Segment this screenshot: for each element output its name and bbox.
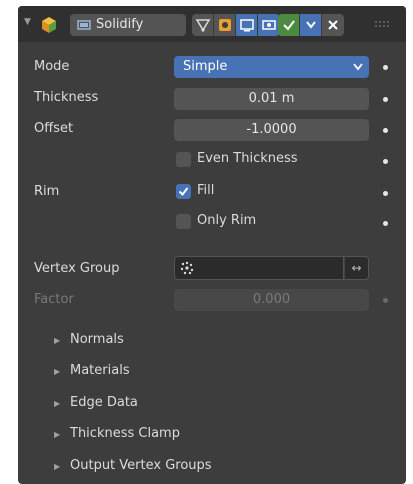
drag-grip-icon[interactable] bbox=[373, 18, 393, 30]
vertex-group-label: Vertex Group bbox=[34, 261, 120, 276]
collapse-arrow-icon[interactable]: ▼ bbox=[24, 17, 31, 27]
wrench-icon bbox=[77, 20, 91, 30]
keyframe-dot-thickness[interactable] bbox=[383, 97, 388, 102]
subpanel-label: Thickness Clamp bbox=[70, 426, 180, 441]
subpanel-output-vertex-groups[interactable]: ▶ Output Vertex Groups bbox=[54, 456, 354, 478]
subpanel-label: Output Vertex Groups bbox=[70, 458, 212, 473]
subpanel-materials[interactable]: ▶ Materials bbox=[54, 361, 354, 383]
subpanel-thickness-clamp[interactable]: ▶ Thickness Clamp bbox=[54, 424, 354, 446]
keyframe-dot-fill[interactable] bbox=[383, 191, 388, 196]
subpanel-label: Materials bbox=[70, 363, 130, 378]
invert-vertex-group-button[interactable]: ↔ bbox=[344, 256, 369, 280]
expand-arrow-icon: ▶ bbox=[54, 462, 61, 471]
edit-mode-toggle[interactable] bbox=[214, 14, 236, 36]
keyframe-dot-offset[interactable] bbox=[383, 128, 388, 133]
fill-label: Fill bbox=[197, 183, 215, 198]
offset-field[interactable]: -1.0000 bbox=[174, 119, 369, 141]
expand-arrow-icon: ▶ bbox=[54, 367, 61, 376]
subpanel-label: Normals bbox=[70, 332, 124, 347]
modifier-header: ▼ Solidify bbox=[18, 6, 406, 42]
viewport-display-icon bbox=[239, 19, 254, 32]
rim-label: Rim bbox=[34, 184, 60, 199]
factor-field[interactable]: 0.000 bbox=[174, 289, 369, 311]
keyframe-dot-only-rim[interactable] bbox=[383, 221, 388, 226]
thickness-field[interactable]: 0.01 m bbox=[174, 88, 369, 110]
dropdown-chevron-icon bbox=[305, 21, 316, 29]
object-data-icon bbox=[42, 17, 56, 33]
edit-mode-cage-toggle[interactable] bbox=[192, 14, 214, 36]
expand-arrow-icon: ▶ bbox=[54, 336, 61, 345]
display-toggles bbox=[192, 14, 280, 36]
subpanel-label: Edge Data bbox=[70, 395, 138, 410]
remove-modifier-button[interactable] bbox=[322, 14, 344, 36]
vertex-group-icon bbox=[180, 261, 194, 275]
keyframe-dot-even-thickness[interactable] bbox=[383, 159, 388, 164]
extra-options-dropdown[interactable] bbox=[300, 14, 322, 36]
only-rim-checkbox[interactable] bbox=[176, 214, 191, 229]
thickness-label: Thickness bbox=[34, 90, 99, 105]
mode-label: Mode bbox=[34, 59, 70, 74]
render-display-icon bbox=[262, 20, 276, 30]
keyframe-dot-mode[interactable] bbox=[383, 65, 388, 70]
subpanel-normals[interactable]: ▶ Normals bbox=[54, 330, 354, 352]
modifier-actions bbox=[278, 14, 344, 36]
expand-arrow-icon: ▶ bbox=[54, 399, 61, 408]
render-display-toggle[interactable] bbox=[258, 14, 280, 36]
edit-mode-cage-icon bbox=[195, 19, 210, 32]
apply-check-icon bbox=[282, 20, 295, 31]
factor-label: Factor bbox=[34, 292, 74, 307]
even-thickness-label: Even Thickness bbox=[197, 151, 298, 166]
keyframe-dot-factor[interactable] bbox=[383, 298, 388, 303]
apply-button[interactable] bbox=[278, 14, 300, 36]
even-thickness-checkbox[interactable] bbox=[176, 152, 191, 167]
chevron-down-icon bbox=[353, 63, 363, 71]
mode-value: Simple bbox=[183, 59, 228, 74]
mode-dropdown[interactable]: Simple bbox=[174, 56, 369, 78]
subpanel-edge-data[interactable]: ▶ Edge Data bbox=[54, 393, 354, 415]
edit-mode-icon bbox=[218, 19, 231, 31]
only-rim-label: Only Rim bbox=[197, 213, 257, 228]
modifier-name-text: Solidify bbox=[96, 17, 144, 32]
solidify-modifier-panel: ▼ Solidify Mode Simple Thickness 0.01 m … bbox=[18, 6, 406, 484]
vertex-group-field[interactable] bbox=[174, 256, 344, 280]
modifier-name-field[interactable]: Solidify bbox=[70, 14, 186, 36]
remove-x-icon bbox=[328, 20, 338, 30]
invert-arrows-icon: ↔ bbox=[351, 261, 362, 275]
offset-label: Offset bbox=[34, 121, 74, 136]
fill-checkbox[interactable] bbox=[176, 184, 191, 199]
viewport-display-toggle[interactable] bbox=[236, 14, 258, 36]
expand-arrow-icon: ▶ bbox=[54, 430, 61, 439]
checkmark-icon bbox=[178, 187, 189, 197]
